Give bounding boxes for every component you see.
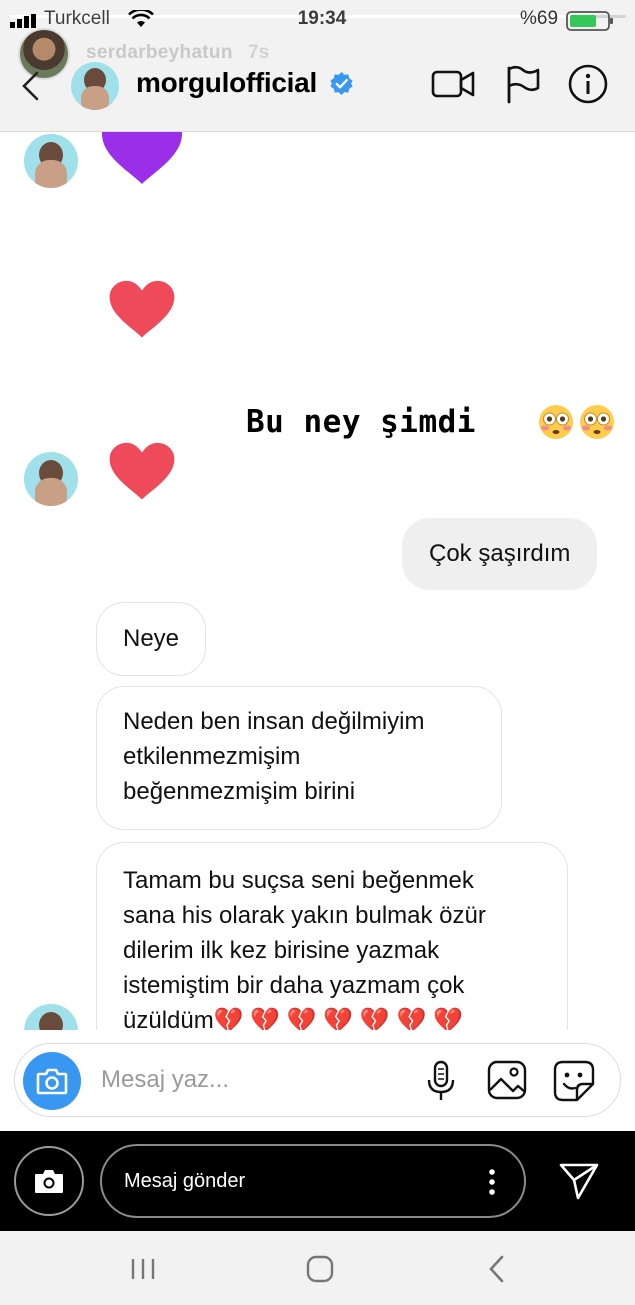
story-caption: Bu ney şimdi <box>246 404 476 440</box>
sender-avatar[interactable] <box>24 1004 78 1030</box>
camera-button[interactable] <box>23 1052 81 1110</box>
story-username[interactable]: serdarbeyhatun <box>86 42 233 64</box>
back-icon[interactable] <box>486 1255 508 1283</box>
chat-contact-name[interactable]: morgulofficial <box>136 67 317 99</box>
flag-icon[interactable] <box>505 64 541 104</box>
red-heart-icon <box>109 442 175 500</box>
battery-percentage: %69 <box>520 8 559 29</box>
send-icon[interactable] <box>558 1161 600 1201</box>
flushed-face-icon <box>580 405 614 439</box>
message-text-line: Tamam bu suçsa seni beğenmek <box>123 867 474 894</box>
story-age: 7s <box>248 42 270 63</box>
sticker-icon[interactable] <box>553 1060 595 1102</box>
battery-icon <box>566 11 613 31</box>
message-input[interactable] <box>101 1064 401 1096</box>
message-text: Neye <box>123 625 180 652</box>
message-text-line: Neden ben insan değilmiyim <box>123 708 425 735</box>
wifi-icon <box>128 10 154 27</box>
purple-heart-icon <box>102 132 182 184</box>
red-heart-icon <box>109 280 175 338</box>
sent-message-bubble[interactable]: Çok şaşırdım <box>402 518 598 590</box>
carrier-name: Turkcell <box>44 8 110 29</box>
video-call-icon[interactable] <box>431 66 475 102</box>
info-icon[interactable] <box>568 64 608 104</box>
message-composer <box>14 1043 621 1117</box>
clock-time: 19:34 <box>297 8 347 29</box>
sender-avatar[interactable] <box>24 134 78 188</box>
chat-contact-avatar[interactable] <box>71 62 119 110</box>
composer-area <box>0 1030 635 1130</box>
back-chevron-icon[interactable] <box>18 70 42 102</box>
recent-apps-icon[interactable] <box>130 1258 156 1280</box>
more-options-icon[interactable] <box>482 1166 502 1198</box>
system-navigation-bar <box>0 1231 635 1305</box>
story-camera-button[interactable] <box>14 1146 84 1216</box>
story-header: Turkcell 19:34 %69 serdarbeyhatun 7s mor… <box>0 0 635 132</box>
verified-badge-icon <box>330 71 353 96</box>
message-text: Çok şaşırdım <box>429 540 571 567</box>
story-reply-input[interactable]: Mesaj gönder <box>100 1144 526 1218</box>
message-text-line: üzüldüm💔 💔 💔 💔 💔 💔 💔 <box>123 1007 463 1030</box>
home-icon[interactable] <box>306 1255 334 1283</box>
sender-avatar[interactable] <box>24 452 78 506</box>
message-text-line: etkilenmezmişim <box>123 743 301 770</box>
flushed-face-icon <box>539 405 573 439</box>
microphone-icon[interactable] <box>425 1060 457 1102</box>
received-message-bubble[interactable]: Neye <box>96 602 207 676</box>
story-reply-placeholder: Mesaj gönder <box>124 1170 246 1192</box>
received-message-bubble[interactable]: Tamam bu suçsa seni beğenmek sana his ol… <box>96 842 568 1030</box>
message-text-line: sana his olarak yakın bulmak özür <box>123 902 486 929</box>
camera-icon <box>35 1170 63 1193</box>
received-message-bubble[interactable]: Neden ben insan değilmiyim etkilenmezmiş… <box>96 686 502 830</box>
message-text-line: dilerim ilk kez birisine yazmak <box>123 937 440 964</box>
gallery-icon[interactable] <box>487 1060 527 1100</box>
story-reply-bar: Mesaj gönder <box>0 1131 635 1231</box>
status-bar: Turkcell 19:34 %69 <box>0 6 635 32</box>
signal-strength-icon <box>10 14 36 28</box>
message-text-line: beğenmezmişim birini <box>123 778 356 805</box>
message-text-line: istemiştim bir daha yazmam çok <box>123 972 465 999</box>
camera-icon <box>36 1068 68 1095</box>
message-thread[interactable]: Bu ney şimdi Çok şaşırdım Neye Neden ben… <box>0 132 635 1030</box>
